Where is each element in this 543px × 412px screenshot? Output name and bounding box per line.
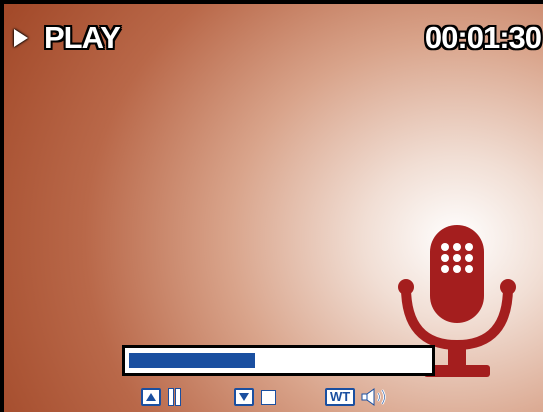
elapsed-time: 00:01:30 xyxy=(424,20,542,55)
pause-icon xyxy=(169,389,180,405)
wt-key-label: WT xyxy=(325,388,356,406)
playback-progress-bar[interactable] xyxy=(122,345,435,376)
down-arrow-key-icon xyxy=(234,388,254,406)
speaker-volume-icon xyxy=(361,388,386,406)
screen-border-top xyxy=(0,0,543,4)
playback-mode-indicator: PLAY xyxy=(14,20,121,56)
volume-control[interactable]: WT xyxy=(325,386,393,408)
screen-border-left xyxy=(0,0,4,412)
play-icon xyxy=(14,29,28,47)
up-arrow-key-icon xyxy=(141,388,161,406)
playback-progress-fill xyxy=(129,353,255,368)
stop-icon xyxy=(262,390,275,404)
mode-label: PLAY xyxy=(44,20,121,55)
pause-control[interactable] xyxy=(141,386,180,408)
voice-playback-screen: PLAY 00:01:30 WT xyxy=(0,0,543,412)
stop-control[interactable] xyxy=(234,386,275,408)
